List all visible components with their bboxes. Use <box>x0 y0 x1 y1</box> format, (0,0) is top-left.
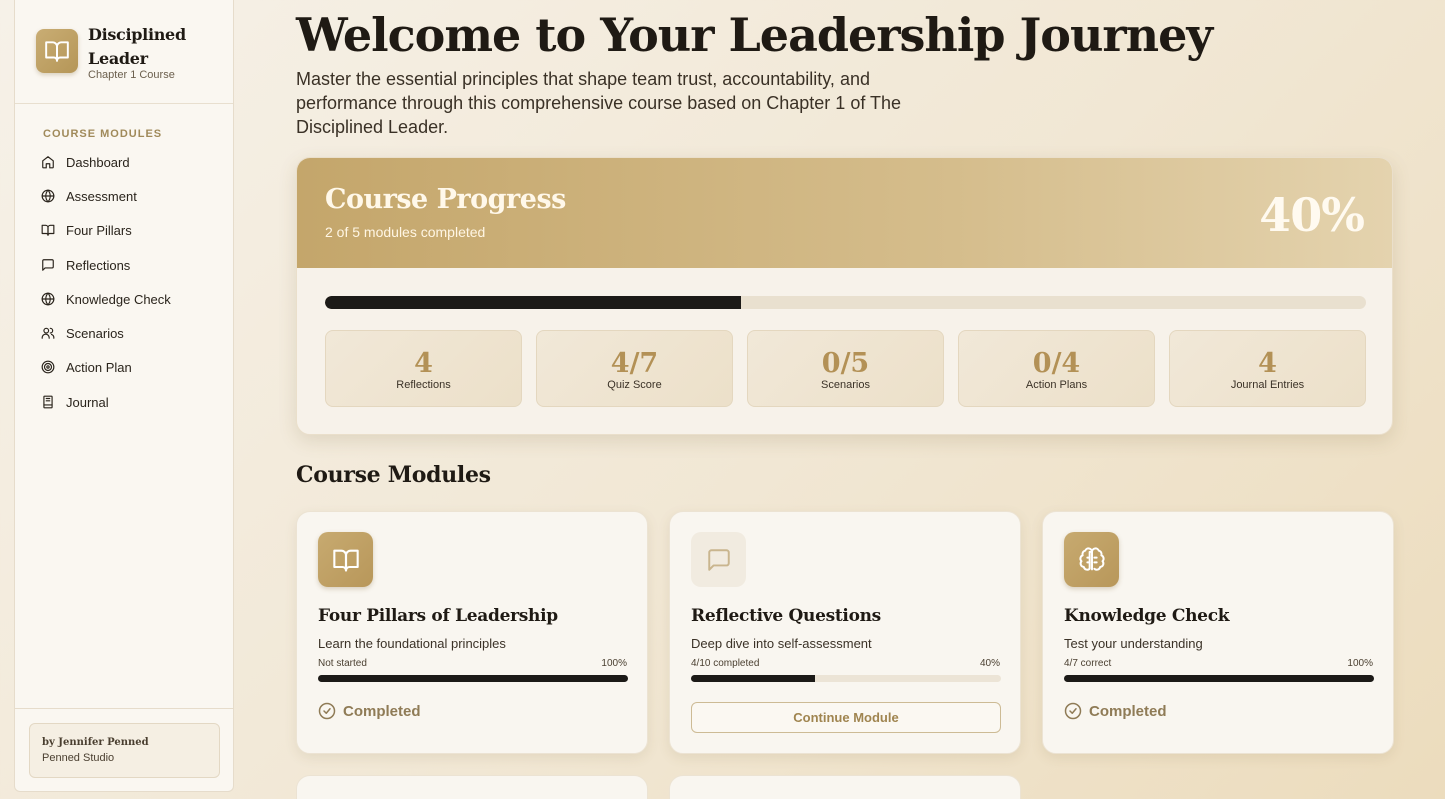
module-percent: 40% <box>979 658 1000 669</box>
sidebar-item-label: Four Pillars <box>66 222 132 238</box>
users-icon <box>41 327 55 339</box>
progress-header: Course Progress 2 of 5 modules completed… <box>297 158 1392 268</box>
modules-heading: Course Modules <box>296 462 491 488</box>
page-description: Master the essential principles that sha… <box>296 69 902 137</box>
module-card-four-pillars[interactable]: Four Pillars of Leadership Learn the fou… <box>296 511 648 754</box>
sidebar-item-label: Journal <box>66 394 109 410</box>
stat-value: 4 <box>1258 348 1277 379</box>
stat-value: 4/7 <box>610 348 659 379</box>
module-description: Learn the foundational principles <box>318 636 506 651</box>
module-description: Deep dive into self-assessment <box>691 636 872 651</box>
module-status: Not started <box>318 658 367 669</box>
module-completed-status: Completed <box>318 702 421 720</box>
brain-icon <box>1064 532 1119 587</box>
course-progress-bar-fill <box>325 296 742 309</box>
module-progress-bar <box>691 675 1001 682</box>
sidebar: Disciplined Leader Chapter 1 Course Cour… <box>14 0 234 792</box>
module-status: 4/10 completed <box>691 658 760 669</box>
open-book-icon <box>318 532 373 587</box>
page-title: Welcome to Your Leadership Journey <box>296 8 1213 62</box>
module-progress-bar <box>318 675 628 682</box>
brand: Disciplined Leader Chapter 1 Course <box>15 0 233 104</box>
sidebar-item-label: Scenarios <box>66 325 124 341</box>
sidebar-item-assessment[interactable]: Assessment <box>41 184 221 208</box>
sidebar-item-label: Assessment <box>66 188 137 204</box>
module-card-partial[interactable] <box>669 775 1021 799</box>
sidebar-item-label: Reflections <box>66 257 131 273</box>
sidebar-item-four-pillars[interactable]: Four Pillars <box>41 218 221 242</box>
module-description: Test your understanding <box>1064 636 1203 651</box>
globe-icon <box>41 189 55 203</box>
book-icon <box>41 224 55 236</box>
sidebar-item-knowledge-check[interactable]: Knowledge Check <box>41 287 221 311</box>
stat-label: Action Plans <box>1025 379 1088 391</box>
module-title: Four Pillars of Leadership <box>318 606 558 626</box>
module-card-reflective-questions[interactable]: Reflective Questions Deep dive into self… <box>669 511 1021 754</box>
open-book-icon[interactable] <box>36 29 78 73</box>
brand-title: Disciplined Leader <box>88 25 186 68</box>
progress-subtitle: 2 of 5 modules completed <box>325 224 486 240</box>
sidebar-item-journal[interactable]: Journal <box>41 390 221 414</box>
module-title: Knowledge Check <box>1064 606 1230 626</box>
globe-icon <box>41 292 55 306</box>
module-percent: 100% <box>1347 658 1373 669</box>
stat-label: Journal Entries <box>1230 379 1305 391</box>
sidebar-item-label: Action Plan <box>66 359 132 375</box>
stat-value: 0/5 <box>821 348 870 379</box>
check-circle-icon <box>1064 702 1082 720</box>
progress-title: Course Progress <box>325 184 566 215</box>
credit-author: by Jennifer Penned <box>42 737 149 748</box>
sidebar-item-label: Knowledge Check <box>66 291 171 307</box>
module-progress-bar <box>1064 675 1374 682</box>
completed-label: Completed <box>343 702 421 720</box>
home-icon <box>42 156 54 169</box>
stat-journal-entries: 4 Journal Entries <box>1169 330 1366 407</box>
target-icon <box>41 360 55 374</box>
nav-heading: Course Modules <box>43 128 163 140</box>
brand-subtitle: Chapter 1 Course <box>88 69 175 81</box>
stat-label: Scenarios <box>821 379 870 391</box>
sidebar-item-reflections[interactable]: Reflections <box>41 253 221 277</box>
stat-reflections: 4 Reflections <box>325 330 522 407</box>
module-card-knowledge-check[interactable]: Knowledge Check Test your understanding … <box>1042 511 1394 754</box>
message-square-icon <box>691 532 746 587</box>
module-progress-bar-fill <box>318 675 628 682</box>
module-status: 4/7 correct <box>1064 658 1112 669</box>
stat-value: 0/4 <box>1032 348 1081 379</box>
module-progress-bar-fill <box>691 675 815 682</box>
completed-label: Completed <box>1089 702 1167 720</box>
module-percent: 100% <box>601 658 627 669</box>
author-credit: by Jennifer Penned Penned Studio <box>29 723 220 778</box>
credit-studio: Penned Studio <box>42 752 115 764</box>
stat-scenarios: 0/5 Scenarios <box>747 330 944 407</box>
notebook-icon <box>43 395 53 409</box>
module-progress-bar-fill <box>1064 675 1374 682</box>
course-progress-bar <box>325 296 1366 309</box>
sidebar-item-label: Dashboard <box>66 154 130 170</box>
module-card-partial[interactable] <box>296 775 648 799</box>
stat-value: 4 <box>414 348 433 379</box>
module-title: Reflective Questions <box>691 606 881 626</box>
stat-quiz-score: 4/7 Quiz Score <box>536 330 733 407</box>
sidebar-item-action-plan[interactable]: Action Plan <box>41 355 221 379</box>
stat-label: Quiz Score <box>607 379 662 391</box>
stat-label: Reflections <box>396 379 451 391</box>
sidebar-item-scenarios[interactable]: Scenarios <box>41 321 221 345</box>
message-square-icon <box>42 259 54 271</box>
stat-action-plans: 0/4 Action Plans <box>958 330 1155 407</box>
course-progress-card: Course Progress 2 of 5 modules completed… <box>296 157 1393 435</box>
continue-module-button[interactable]: Continue Module <box>691 702 1001 733</box>
sidebar-divider <box>15 708 233 709</box>
progress-percent: 40% <box>1259 188 1365 242</box>
module-completed-status: Completed <box>1064 702 1167 720</box>
sidebar-item-dashboard[interactable]: Dashboard <box>41 150 221 174</box>
check-circle-icon <box>318 702 336 720</box>
